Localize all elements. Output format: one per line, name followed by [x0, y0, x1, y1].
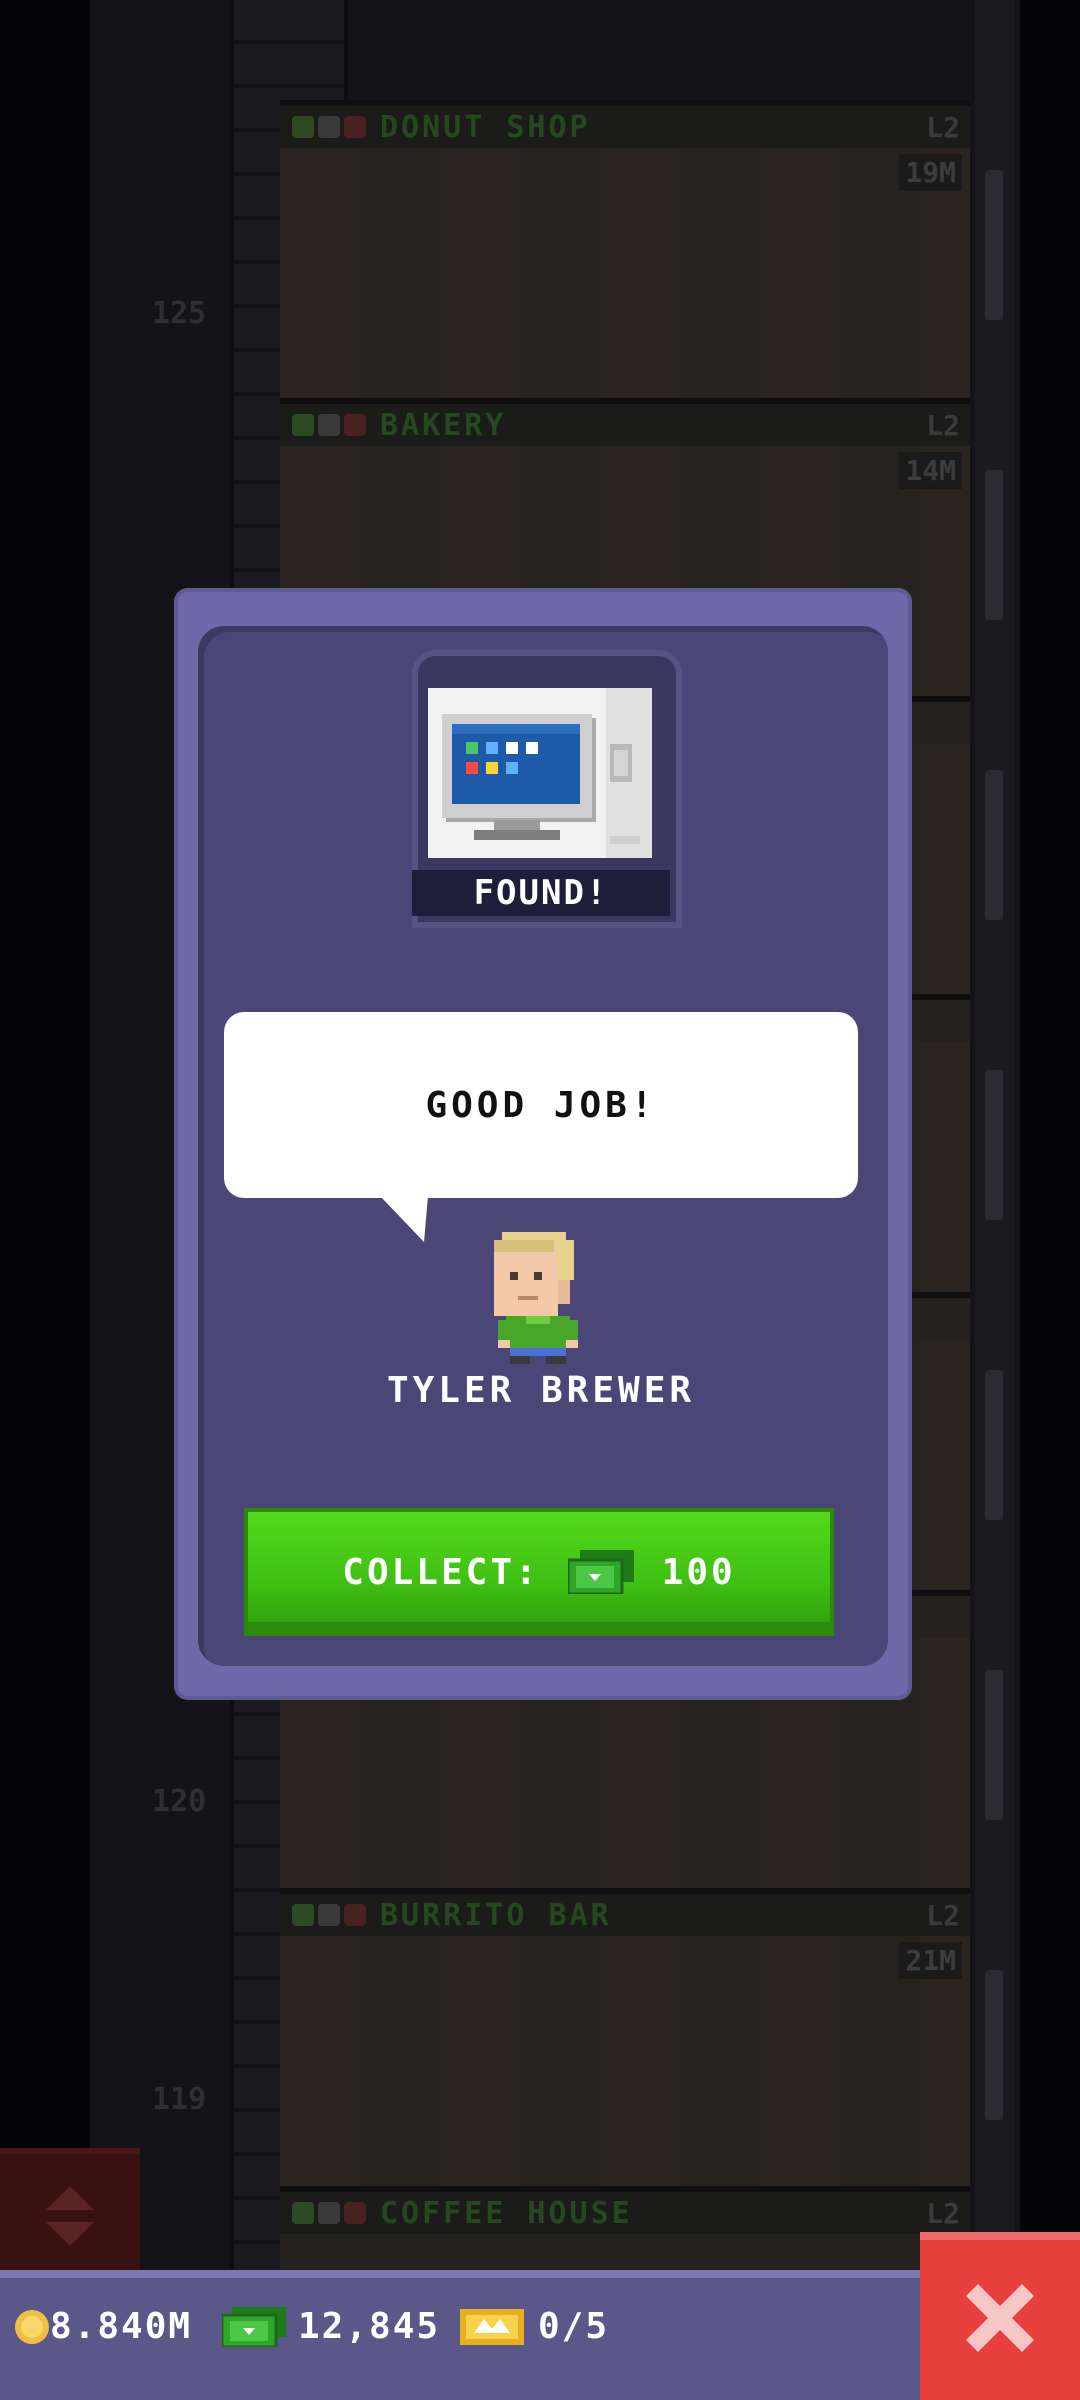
speech-text: GOOD JOB!	[425, 1084, 657, 1126]
floor-level: L2	[926, 408, 960, 442]
floor-number: 125	[152, 296, 207, 331]
rail-segment	[985, 470, 1003, 620]
speech-bubble-tail	[380, 1196, 428, 1242]
floor-level: L2	[926, 2196, 960, 2230]
stock-icon	[344, 414, 366, 436]
bux-value: 12,845	[298, 2306, 441, 2347]
rail-segment	[985, 1070, 1003, 1220]
item-card	[428, 688, 652, 858]
rail-segment	[985, 770, 1003, 920]
floor-header: BURRITO BAR L2	[280, 1894, 970, 1936]
collect-label: COLLECT:	[342, 1551, 540, 1593]
floor-number: 119	[152, 2082, 207, 2117]
floor-header: COFFEE HOUSE L2	[280, 2192, 970, 2234]
stock-icon	[344, 116, 366, 138]
floor-header: BAKERY L2	[280, 404, 970, 446]
status-bar: 8.840M 12,845 0/5	[0, 2270, 930, 2400]
computer-icon	[442, 688, 652, 858]
up-down-arrows-icon	[46, 2186, 94, 2246]
close-icon	[966, 2284, 1034, 2352]
coin-icon	[15, 2309, 49, 2344]
ticket-icon	[460, 2308, 524, 2345]
tickets-stat[interactable]: 0/5	[460, 2306, 609, 2347]
coins-stat[interactable]: 8.840M	[14, 2306, 192, 2347]
floor-number: 120	[152, 1784, 207, 1819]
floor-name: DONUT SHOP	[380, 109, 591, 145]
found-label: FOUND!	[412, 870, 670, 916]
speech-bubble: GOOD JOB!	[224, 1012, 858, 1198]
check-icon	[292, 414, 314, 436]
rail-segment	[985, 1970, 1003, 2120]
rail-segment	[985, 170, 1003, 320]
stock-icon	[344, 1904, 366, 1926]
floor-name: BURRITO BAR	[380, 1897, 612, 1933]
tower-bux-icon	[222, 2306, 286, 2347]
character-name: TYLER BREWER	[386, 1370, 696, 1411]
floor-coffee-house[interactable]: COFFEE HOUSE L2	[280, 2186, 970, 2276]
floor-name: COFFEE HOUSE	[380, 2195, 633, 2231]
floor-level: L2	[926, 1898, 960, 1932]
elevator-updown-button[interactable]	[0, 2148, 140, 2284]
stock-icon	[344, 2202, 366, 2224]
clock-icon	[318, 116, 340, 138]
floor-interior	[280, 148, 970, 404]
rail-segment	[985, 1370, 1003, 1520]
collect-button[interactable]: COLLECT: 100	[244, 1508, 834, 1636]
coins-value: 8.840M	[50, 2306, 193, 2347]
floor-interior	[280, 1936, 970, 2192]
tickets-value: 0/5	[538, 2306, 610, 2347]
clock-icon	[318, 414, 340, 436]
tower-bux-icon	[567, 1550, 634, 1594]
character-avatar	[494, 1232, 578, 1364]
floor-donut-shop[interactable]: DONUT SHOP L2 19M 125	[152, 100, 970, 404]
close-button[interactable]	[920, 2232, 1080, 2400]
floor-header: DONUT SHOP L2	[280, 106, 970, 148]
check-icon	[292, 2202, 314, 2224]
clock-icon	[318, 2202, 340, 2224]
floor-income: 21M	[899, 1942, 962, 1979]
rail-segment	[985, 1670, 1003, 1820]
clock-icon	[318, 1904, 340, 1926]
floor-income: 19M	[899, 154, 962, 191]
check-icon	[292, 1904, 314, 1926]
floor-income: 14M	[899, 452, 962, 489]
collect-amount: 100	[661, 1551, 736, 1593]
check-icon	[292, 116, 314, 138]
floor-level: L2	[926, 110, 960, 144]
floor-name: BAKERY	[380, 407, 507, 443]
floor-burrito-bar[interactable]: BURRITO BAR L2 21M	[280, 1888, 970, 2192]
bux-stat[interactable]: 12,845	[222, 2306, 440, 2347]
